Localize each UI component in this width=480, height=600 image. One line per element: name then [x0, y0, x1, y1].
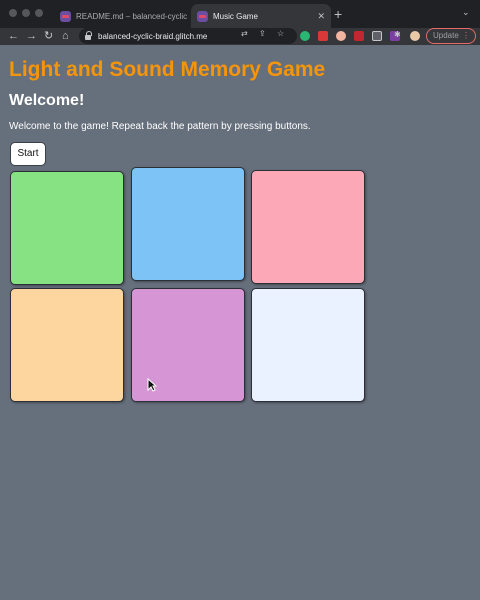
close-icon[interactable]: ✕ — [311, 11, 325, 22]
tab-readme[interactable]: README.md – balanced-cyclic ✕ — [54, 4, 188, 28]
translate-icon[interactable]: ⇄ — [241, 29, 248, 38]
glitch-favicon-icon — [197, 10, 208, 22]
update-label: Update — [433, 31, 459, 40]
page-title: Light and Sound Memory Game — [9, 58, 326, 81]
game-pad-orange[interactable] — [10, 288, 124, 402]
extension-icon[interactable] — [300, 31, 310, 41]
more-menu-icon[interactable]: ⋮ — [462, 29, 470, 43]
tab-music-game[interactable]: Music Game ✕ — [191, 4, 331, 28]
extension-icon[interactable] — [354, 31, 364, 41]
welcome-heading: Welcome! — [9, 92, 85, 109]
puzzle-icon[interactable]: ✱ — [394, 30, 401, 39]
update-button[interactable]: Update ⋮ — [426, 28, 476, 44]
forward-icon[interactable]: → — [26, 28, 37, 45]
close-icon[interactable]: ✕ — [187, 11, 188, 22]
chevron-down-icon[interactable]: ⌄ — [462, 7, 470, 18]
maximize-window-icon[interactable] — [35, 9, 43, 17]
reload-icon[interactable]: ↻ — [44, 28, 53, 45]
bookmark-star-icon[interactable]: ☆ — [277, 29, 284, 38]
address-url[interactable]: balanced-cyclic-braid.glitch.me — [98, 32, 207, 41]
game-pad-white[interactable] — [251, 288, 365, 402]
game-pad-green[interactable] — [10, 171, 124, 285]
game-pad-blue[interactable] — [131, 167, 245, 281]
game-pad-pink[interactable] — [251, 170, 365, 284]
lock-icon[interactable] — [85, 31, 92, 40]
extension-icon[interactable] — [372, 31, 382, 41]
glitch-favicon-icon — [60, 10, 71, 22]
avatar[interactable] — [410, 31, 420, 41]
adblock-extension-icon[interactable] — [318, 31, 328, 41]
new-tab-icon[interactable]: + — [334, 6, 342, 22]
close-window-icon[interactable] — [9, 9, 17, 17]
home-icon[interactable]: ⌂ — [62, 28, 69, 45]
minimize-window-icon[interactable] — [22, 9, 30, 17]
extension-icon[interactable] — [336, 31, 346, 41]
mouse-pointer-icon — [147, 378, 157, 392]
tab-label: README.md – balanced-cyclic — [76, 11, 188, 21]
share-icon[interactable]: ⇪ — [259, 29, 266, 38]
start-button[interactable]: Start — [10, 142, 46, 166]
browser-toolbar: ← → ↻ ⌂ balanced-cyclic-braid.glitch.me … — [0, 28, 480, 45]
browser-tab-strip: README.md – balanced-cyclic ✕ Music Game… — [0, 0, 480, 28]
back-icon[interactable]: ← — [8, 28, 19, 45]
intro-text: Welcome to the game! Repeat back the pat… — [9, 121, 311, 132]
tab-label: Music Game — [213, 11, 258, 21]
